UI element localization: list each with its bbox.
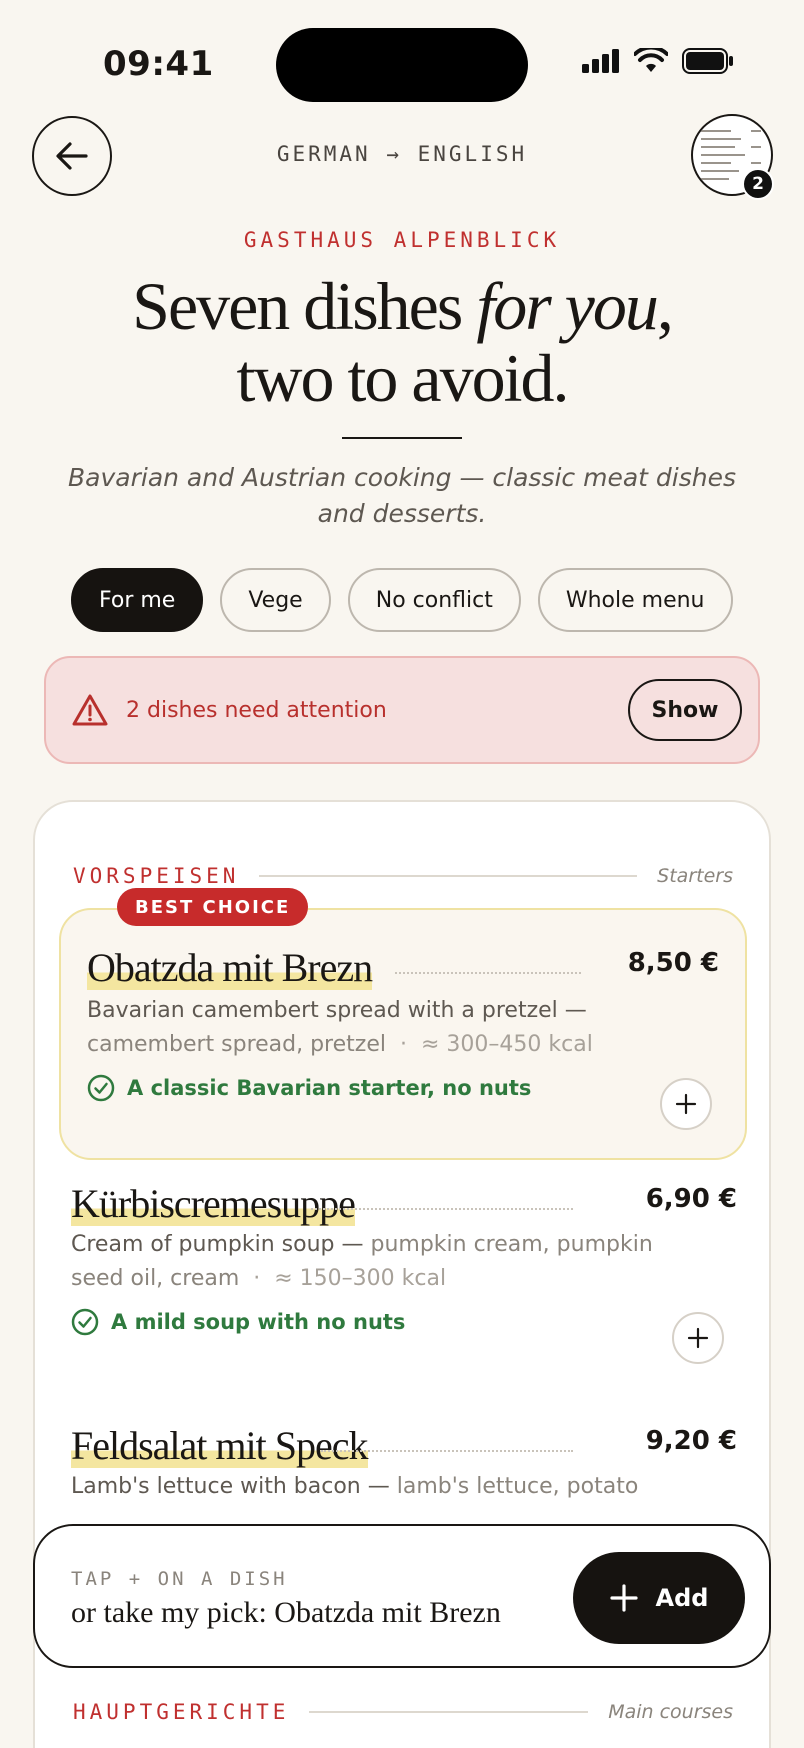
headline-part-2: , — [656, 268, 674, 344]
pick-bar: TAP + ON A DISH or take my pick: Obatzda… — [33, 1524, 771, 1668]
section-divider — [259, 875, 638, 877]
add-dish-button[interactable] — [660, 1078, 712, 1130]
dish-kcal: ≈ 150–300 kcal — [274, 1266, 447, 1291]
status-bar: 09:41 — [0, 0, 804, 110]
dynamic-island — [276, 28, 528, 102]
dish-description-text: Lamb's lettuce with bacon — — [71, 1474, 390, 1499]
headline-part-1: Seven dishes — [132, 268, 477, 344]
battery-icon — [682, 48, 733, 74]
plus-icon — [687, 1327, 709, 1349]
section-title-de: HAUPTGERICHTE — [73, 1700, 290, 1724]
dish-note: A mild soup with no nuts — [71, 1308, 405, 1336]
dish-card[interactable]: Obatzda mit Brezn 8,50 € Bavarian camemb… — [59, 908, 747, 1160]
dish-description: Lamb's lettuce with bacon — lamb's lettu… — [71, 1470, 691, 1504]
wifi-icon — [634, 48, 668, 72]
status-time: 09:41 — [103, 44, 214, 84]
section-title-en: Starters — [657, 865, 733, 887]
attention-alert: 2 dishes need attention Show — [44, 656, 760, 764]
alert-text: 2 dishes need attention — [126, 698, 387, 723]
dish-name: Feldsalat mit Speck — [71, 1423, 369, 1468]
dish-description: Cream of pumpkin soup — pumpkin cream, p… — [71, 1232, 653, 1291]
dish-description-text: Cream of pumpkin soup — — [71, 1232, 364, 1257]
filter-no-conflict[interactable]: No conflict — [347, 568, 521, 632]
section-header: HAUPTGERICHTE Main courses — [73, 1700, 733, 1724]
add-button[interactable]: Add — [573, 1552, 745, 1644]
dish-note-text: A classic Bavarian starter, no nuts — [127, 1076, 532, 1100]
plus-icon — [609, 1584, 638, 1612]
dish-note: A classic Bavarian starter, no nuts — [87, 1074, 531, 1102]
add-button-label: Add — [655, 1584, 709, 1612]
section-title-en: Main courses — [608, 1701, 733, 1723]
dish-name: Obatzda mit Brezn — [87, 945, 373, 990]
add-dish-button[interactable] — [672, 1312, 724, 1364]
cellular-signal-icon — [582, 49, 619, 73]
best-choice-badge: BEST CHOICE — [117, 888, 309, 926]
dot-leader — [395, 972, 581, 974]
dish-price: 6,90 € — [645, 1184, 737, 1214]
section-divider — [309, 1711, 589, 1713]
dish-note-text: A mild soup with no nuts — [111, 1310, 406, 1334]
filter-chips: For me Vege No conflict Whole menu — [71, 568, 733, 632]
dot-leader — [311, 1208, 573, 1210]
dish-kcal: ≈ 300–450 kcal — [420, 1032, 593, 1057]
check-circle-icon — [87, 1074, 115, 1102]
filter-vege[interactable]: Vege — [220, 568, 331, 632]
section-title-de: VORSPEISEN — [73, 864, 240, 888]
plus-icon — [675, 1093, 697, 1115]
language-pair-label: GERMAN → ENGLISH — [276, 142, 528, 166]
dish-card[interactable]: Kürbiscremesuppe 6,90 € Cream of pumpkin… — [35, 1162, 773, 1402]
warning-icon — [72, 694, 108, 726]
dish-description: Bavarian camembert spread with a pretzel… — [87, 998, 593, 1057]
dish-price: 9,20 € — [645, 1426, 737, 1456]
filter-whole-menu[interactable]: Whole menu — [537, 568, 733, 632]
headline-emphasis: for you — [476, 268, 659, 344]
filter-for-me[interactable]: For me — [71, 568, 204, 632]
show-button[interactable]: Show — [628, 679, 742, 741]
dish-ingredients: lamb's lettuce, potato — [396, 1474, 639, 1499]
dish-ingredients: camembert spread, pretzel — [87, 1032, 386, 1057]
check-circle-icon — [71, 1308, 99, 1336]
dish-name: Kürbiscremesuppe — [71, 1181, 356, 1226]
suggested-pick: or take my pick: Obatzda mit Brezn — [71, 1596, 501, 1629]
status-icons — [582, 48, 734, 74]
headline-divider — [342, 437, 462, 439]
cuisine-subtitle: Bavarian and Austrian cooking — classic … — [68, 463, 736, 528]
dish-price: 8,50 € — [627, 948, 719, 978]
restaurant-name: GASTHAUS ALPENBLICK — [243, 228, 561, 252]
tap-hint: TAP + ON A DISH — [71, 1568, 288, 1590]
page-headline: Seven dishes for you, two to avoid. — [0, 270, 804, 414]
dot-leader — [321, 1450, 573, 1452]
headline-line-2: two to avoid. — [236, 340, 570, 416]
dish-description-text: Bavarian camembert spread with a pretzel… — [87, 998, 587, 1023]
photo-count-badge: 2 — [742, 168, 774, 200]
section-header: VORSPEISEN Starters — [73, 864, 733, 888]
